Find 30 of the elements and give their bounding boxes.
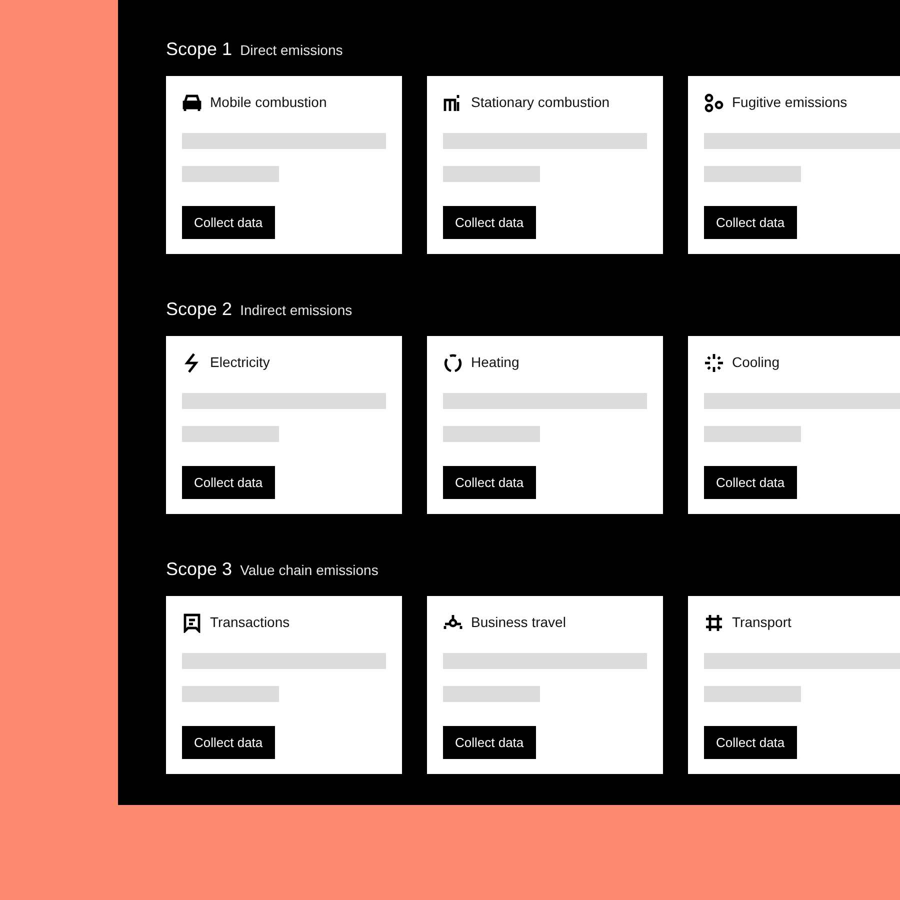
collect-data-button[interactable]: Collect data (443, 466, 536, 499)
collect-data-button[interactable]: Collect data (182, 726, 275, 759)
section-subtitle: Direct emissions (240, 41, 343, 60)
receipt-icon (182, 612, 202, 632)
section-title: Scope 3 (166, 558, 232, 581)
card-title: Business travel (471, 613, 566, 632)
section-title: Scope 2 (166, 298, 232, 321)
ring-icon (443, 352, 463, 372)
section-title: Scope 1 (166, 38, 232, 61)
collect-data-button[interactable]: Collect data (704, 726, 797, 759)
collect-data-button[interactable]: Collect data (704, 206, 797, 239)
section-subtitle: Value chain emissions (240, 561, 378, 580)
card-title: Electricity (210, 353, 270, 372)
card-title: Fugitive emissions (732, 93, 848, 112)
card-title: Transactions (210, 613, 290, 632)
collect-data-button[interactable]: Collect data (443, 726, 536, 759)
section-subtitle: Indirect emissions (240, 301, 352, 320)
card-title: Heating (471, 353, 520, 372)
rails-icon (704, 612, 724, 632)
collect-data-button[interactable]: Collect data (704, 466, 797, 499)
card-title: Transport (732, 613, 792, 632)
collect-data-button[interactable]: Collect data (182, 466, 275, 499)
circles-icon (704, 92, 724, 112)
snowflake-icon (704, 352, 724, 372)
card-title: Cooling (732, 353, 780, 372)
card-title: Stationary combustion (471, 93, 610, 112)
car-icon (182, 92, 202, 112)
card-title: Mobile combustion (210, 93, 327, 112)
collect-data-button[interactable]: Collect data (182, 206, 275, 239)
collect-data-button[interactable]: Collect data (443, 206, 536, 239)
